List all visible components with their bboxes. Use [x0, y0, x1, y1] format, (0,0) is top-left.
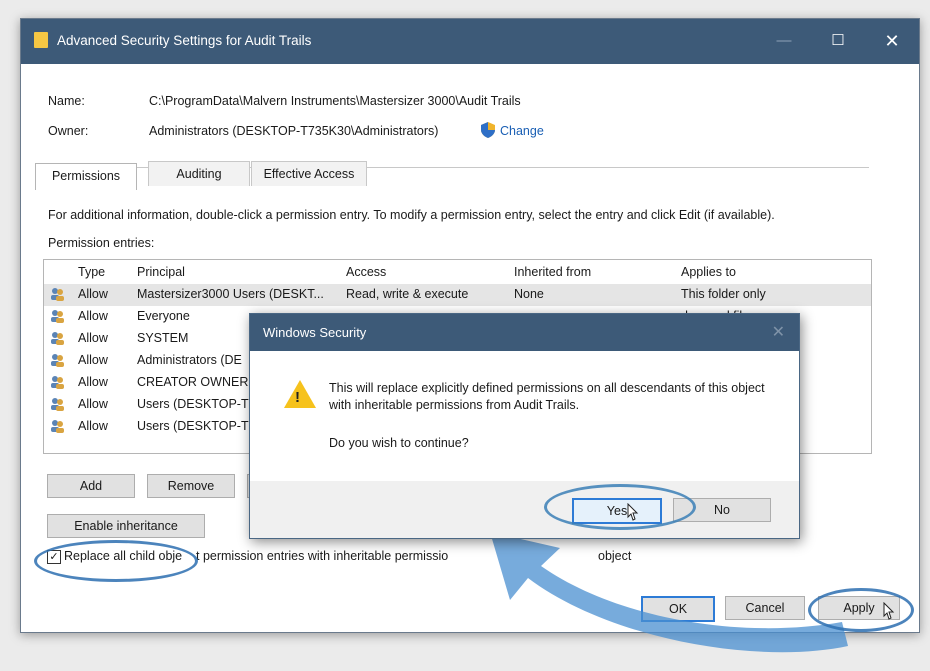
window-title: Advanced Security Settings for Audit Tra… — [57, 33, 312, 48]
column-header-access[interactable]: Access — [346, 265, 386, 279]
cell-type: Allow — [78, 419, 108, 433]
cell-type: Allow — [78, 309, 108, 323]
folder-icon — [34, 32, 48, 48]
users-icon — [51, 288, 64, 301]
warning-icon — [284, 380, 316, 408]
tab-auditing[interactable]: Auditing — [148, 161, 250, 186]
owner-label: Owner: — [48, 124, 89, 138]
cell-principal: SYSTEM — [137, 331, 189, 345]
dialog-close-icon[interactable]: ✕ — [772, 322, 785, 342]
mouse-cursor-icon — [883, 602, 895, 620]
checkbox-highlight-ring — [34, 540, 198, 582]
column-header-applies-to[interactable]: Applies to — [681, 265, 736, 279]
cell-access: Read, write & execute — [346, 287, 469, 301]
change-owner-link[interactable]: Change — [500, 124, 544, 138]
table-row[interactable]: Allow Mastersizer3000 Users (DESKT... Read… — [44, 284, 871, 306]
dialog-title: Windows Security — [263, 325, 367, 340]
cell-principal: Everyone — [137, 309, 190, 323]
cell-principal: Administrators (DE — [137, 353, 242, 367]
owner-value: Administrators (DESKTOP-T735K30\Administ… — [149, 124, 439, 138]
yes-highlight-ring — [544, 484, 696, 530]
mouse-cursor-icon — [627, 503, 639, 521]
instructions-text: For additional information, double-click… — [48, 208, 775, 222]
replace-checkbox-label-end: object — [598, 549, 632, 563]
replace-checkbox-label-mid: t permission entries with inheritable pe… — [196, 549, 449, 563]
permission-entries-label: Permission entries: — [48, 236, 155, 250]
column-header-principal[interactable]: Principal — [137, 265, 185, 279]
uac-shield-icon — [481, 122, 495, 138]
cell-type: Allow — [78, 397, 108, 411]
minimize-button[interactable]: — — [763, 27, 805, 55]
close-button[interactable]: ✕ — [871, 27, 913, 55]
windows-security-dialog: Windows Security ✕ ! This will replace e… — [249, 313, 800, 539]
enable-inheritance-button[interactable]: Enable inheritance — [47, 514, 205, 538]
cell-inherited-from: None — [514, 287, 544, 301]
name-label: Name: — [48, 94, 85, 108]
users-icon — [51, 354, 64, 367]
cell-principal: CREATOR OWNER — [137, 375, 249, 389]
cell-principal: Users (DESKTOP-T — [137, 419, 249, 433]
remove-button[interactable]: Remove — [147, 474, 235, 498]
users-icon — [51, 376, 64, 389]
users-icon — [51, 332, 64, 345]
users-icon — [51, 398, 64, 411]
add-button[interactable]: Add — [47, 474, 135, 498]
title-bar: Advanced Security Settings for Audit Tra… — [21, 19, 919, 64]
users-icon — [51, 420, 64, 433]
cell-type: Allow — [78, 375, 108, 389]
apply-highlight-ring — [808, 588, 914, 632]
dialog-title-bar: Windows Security ✕ — [250, 314, 799, 351]
list-header: Type Principal Access Inherited from App… — [44, 260, 871, 284]
cell-type: Allow — [78, 331, 108, 345]
column-header-type[interactable]: Type — [78, 265, 105, 279]
cancel-button[interactable]: Cancel — [725, 596, 805, 620]
cell-applies-to: This folder only — [681, 287, 766, 301]
tab-effective-access[interactable]: Effective Access — [251, 161, 367, 186]
warning-exclamation: ! — [295, 389, 300, 406]
maximize-button[interactable]: ☐ — [817, 27, 859, 55]
column-header-inherited-from[interactable]: Inherited from — [514, 265, 591, 279]
tab-permissions[interactable]: Permissions — [35, 163, 137, 190]
cell-principal: Mastersizer3000 Users (DESKT... — [137, 287, 324, 301]
ok-button[interactable]: OK — [641, 596, 715, 622]
users-icon — [51, 310, 64, 323]
name-value: C:\ProgramData\Malvern Instruments\Maste… — [149, 94, 521, 108]
cell-type: Allow — [78, 353, 108, 367]
cell-principal: Users (DESKTOP-T — [137, 397, 249, 411]
dialog-message: This will replace explicitly defined per… — [329, 381, 765, 412]
dialog-question: Do you wish to continue? — [329, 436, 469, 450]
cell-type: Allow — [78, 287, 108, 301]
